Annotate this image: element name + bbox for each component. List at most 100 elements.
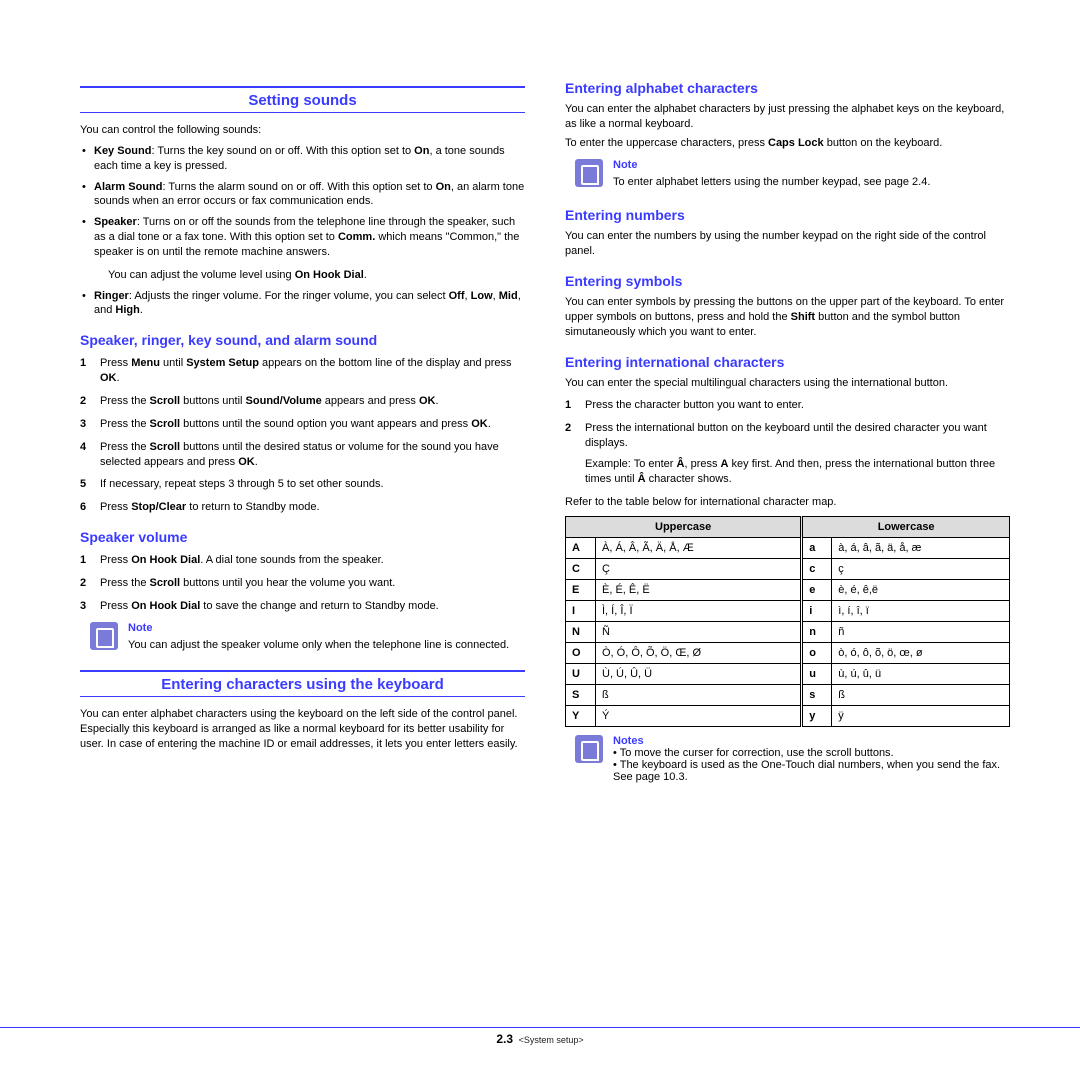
- cell-upper-val: Ò, Ó, Ô, Õ, Ö, Œ, Ø: [596, 642, 802, 663]
- note-alpha: Note To enter alphabet letters using the…: [575, 159, 1010, 194]
- intl-example: Example: To enter Â, press A key first. …: [585, 457, 1010, 487]
- heading-speaker-ringer: Speaker, ringer, key sound, and alarm so…: [80, 332, 525, 348]
- th-upper: Uppercase: [566, 516, 802, 537]
- cell-lower-key: u: [802, 663, 832, 684]
- note-icon: [90, 622, 118, 650]
- cell-upper-val: Ì, Í, Î, Ï: [596, 600, 802, 621]
- table-row: UÙ, Ú, Û, Üuù, ú, û, ü: [566, 663, 1010, 684]
- note-text: You can adjust the speaker volume only w…: [128, 638, 525, 653]
- cell-upper-key: O: [566, 642, 596, 663]
- intl-refer: Refer to the table below for internation…: [565, 495, 1010, 510]
- step: Press On Hook Dial. A dial tone sounds f…: [96, 553, 525, 568]
- cell-upper-val: Ç: [596, 558, 802, 579]
- step: Press Menu until System Setup appears on…: [96, 356, 525, 386]
- cell-lower-val: ß: [832, 684, 1010, 705]
- note-speaker-volume: Note You can adjust the speaker volume o…: [90, 622, 525, 657]
- cell-upper-key: N: [566, 621, 596, 642]
- notes-block: Notes • To move the curser for correctio…: [575, 735, 1010, 783]
- heading-speaker-volume: Speaker volume: [80, 529, 525, 545]
- step: Press the character button you want to e…: [581, 398, 1010, 413]
- heading-numbers: Entering numbers: [565, 207, 1010, 223]
- page-body: Setting sounds You can control the follo…: [80, 80, 1010, 787]
- cell-lower-key: a: [802, 537, 832, 558]
- cell-upper-val: Ý: [596, 705, 802, 726]
- cell-upper-val: È, É, Ê, Ë: [596, 579, 802, 600]
- left-column: Setting sounds You can control the follo…: [80, 80, 525, 787]
- bullet-key-sound: Key Sound: Turns the key sound on or off…: [94, 144, 525, 174]
- table-row: AÀ, Á, Â, Ã, Ä, Å, Æaà, á, â, ã, ä, å, æ: [566, 537, 1010, 558]
- table-row: YÝyÿ: [566, 705, 1010, 726]
- cell-lower-val: ì, í, î, ï: [832, 600, 1010, 621]
- cell-lower-key: s: [802, 684, 832, 705]
- cell-lower-key: i: [802, 600, 832, 621]
- cell-lower-val: è, é, ê,ë: [832, 579, 1010, 600]
- cell-lower-key: e: [802, 579, 832, 600]
- note-text: To enter alphabet letters using the numb…: [613, 175, 1010, 190]
- intl-p: You can enter the special multilingual c…: [565, 376, 1010, 391]
- note-body: Notes • To move the curser for correctio…: [613, 735, 1010, 783]
- heading-entering-keyboard: Entering characters using the keyboard: [80, 670, 525, 697]
- note-title: Note: [128, 622, 525, 634]
- notes-bullet: • The keyboard is used as the One-Touch …: [613, 759, 1010, 783]
- note-icon: [575, 159, 603, 187]
- step: Press the Scroll buttons until the desir…: [96, 440, 525, 470]
- cell-lower-val: ò, ó, ô, õ, ö, œ, ø: [832, 642, 1010, 663]
- cell-lower-key: o: [802, 642, 832, 663]
- table-row: Sßsß: [566, 684, 1010, 705]
- note-body: Note You can adjust the speaker volume o…: [128, 622, 525, 657]
- sound-list: Key Sound: Turns the key sound on or off…: [80, 144, 525, 318]
- speaker-sub: You can adjust the volume level using On…: [94, 268, 525, 283]
- keyboard-para: You can enter alphabet characters using …: [80, 707, 525, 752]
- page-number: 2.3: [496, 1032, 513, 1046]
- table-header-row: Uppercase Lowercase: [566, 516, 1010, 537]
- step: Press the Scroll buttons until Sound/Vol…: [96, 394, 525, 409]
- step: Press the Scroll buttons until the sound…: [96, 417, 525, 432]
- notes-title: Notes: [613, 735, 1010, 747]
- notes-bullet: • To move the curser for correction, use…: [613, 747, 1010, 759]
- cell-lower-key: n: [802, 621, 832, 642]
- intro-text: You can control the following sounds:: [80, 123, 525, 138]
- section-name: <System setup>: [519, 1035, 584, 1045]
- cell-upper-key: E: [566, 579, 596, 600]
- intl-char-table: Uppercase Lowercase AÀ, Á, Â, Ã, Ä, Å, Æ…: [565, 516, 1010, 727]
- cell-upper-key: C: [566, 558, 596, 579]
- step: Press the Scroll buttons until you hear …: [96, 576, 525, 591]
- table-row: EÈ, É, Ê, Ëeè, é, ê,ë: [566, 579, 1010, 600]
- alpha-p2: To enter the uppercase characters, press…: [565, 136, 1010, 151]
- cell-lower-val: ñ: [832, 621, 1010, 642]
- step: If necessary, repeat steps 3 through 5 t…: [96, 477, 525, 492]
- cell-upper-val: ß: [596, 684, 802, 705]
- cell-lower-val: à, á, â, ã, ä, å, æ: [832, 537, 1010, 558]
- cell-upper-val: Ù, Ú, Û, Ü: [596, 663, 802, 684]
- cell-lower-val: ÿ: [832, 705, 1010, 726]
- heading-setting-sounds: Setting sounds: [80, 86, 525, 113]
- cell-lower-val: ù, ú, û, ü: [832, 663, 1010, 684]
- numbers-p: You can enter the numbers by using the n…: [565, 229, 1010, 259]
- page-footer: 2.3 <System setup>: [0, 1027, 1080, 1046]
- cell-upper-val: À, Á, Â, Ã, Ä, Å, Æ: [596, 537, 802, 558]
- step: Press Stop/Clear to return to Standby mo…: [96, 500, 525, 515]
- table-row: CÇcç: [566, 558, 1010, 579]
- cell-upper-key: I: [566, 600, 596, 621]
- th-lower: Lowercase: [802, 516, 1010, 537]
- heading-intl: Entering international characters: [565, 354, 1010, 370]
- bullet-speaker: Speaker: Turns on or off the sounds from…: [94, 215, 525, 282]
- steps-speaker-volume: Press On Hook Dial. A dial tone sounds f…: [80, 553, 525, 614]
- cell-upper-key: A: [566, 537, 596, 558]
- heading-alpha: Entering alphabet characters: [565, 80, 1010, 96]
- cell-upper-key: U: [566, 663, 596, 684]
- bullet-alarm-sound: Alarm Sound: Turns the alarm sound on or…: [94, 180, 525, 210]
- table-row: IÌ, Í, Î, Ïiì, í, î, ï: [566, 600, 1010, 621]
- bullet-ringer: Ringer: Adjusts the ringer volume. For t…: [94, 289, 525, 319]
- alpha-p1: You can enter the alphabet characters by…: [565, 102, 1010, 132]
- note-body: Note To enter alphabet letters using the…: [613, 159, 1010, 194]
- table-row: OÒ, Ó, Ô, Õ, Ö, Œ, Øoò, ó, ô, õ, ö, œ, ø: [566, 642, 1010, 663]
- cell-upper-val: Ñ: [596, 621, 802, 642]
- note-title: Note: [613, 159, 1010, 171]
- cell-lower-key: c: [802, 558, 832, 579]
- heading-symbols: Entering symbols: [565, 273, 1010, 289]
- step: Press the international button on the ke…: [581, 421, 1010, 486]
- symbols-p: You can enter symbols by pressing the bu…: [565, 295, 1010, 340]
- step: Press On Hook Dial to save the change an…: [96, 599, 525, 614]
- cell-lower-key: y: [802, 705, 832, 726]
